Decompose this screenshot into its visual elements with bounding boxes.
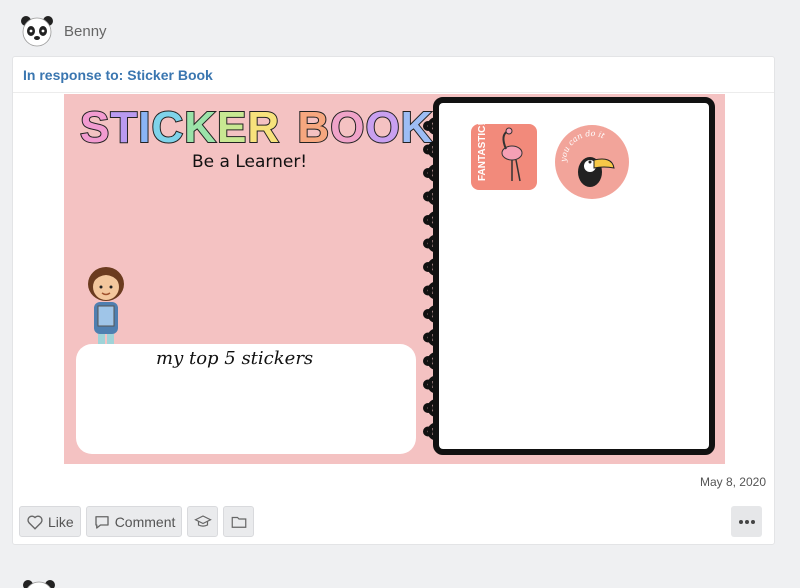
svg-text:FANTASTIC!: FANTASTIC! — [477, 123, 488, 181]
title-letter — [280, 103, 293, 152]
title-letter: R — [246, 102, 281, 153]
title-letter: S — [79, 102, 111, 153]
graduation-cap-button[interactable] — [187, 506, 219, 537]
title-letter: B — [296, 102, 331, 153]
like-button[interactable]: Like — [19, 506, 81, 537]
sticker-book-subtitle: Be a Learner! — [192, 152, 308, 172]
top-stickers-panel: my top 5 stickers — [76, 344, 416, 454]
panda-avatar-icon[interactable] — [22, 578, 56, 588]
title-letter: O — [329, 102, 366, 153]
title-letter: K — [183, 102, 218, 153]
title-letter: C — [150, 102, 185, 153]
title-letter: I — [137, 102, 152, 153]
panda-avatar-icon[interactable] — [20, 14, 54, 48]
toucan-sticker: you can do it — [555, 125, 629, 199]
comment-bubble-icon — [95, 515, 109, 529]
sticker-book-image[interactable]: STICKER BOOK Be a Learner! my top 5 stic… — [64, 94, 725, 464]
graduation-cap-icon — [194, 514, 212, 527]
response-header: In response to: Sticker Book — [13, 57, 774, 93]
top-stickers-label: my top 5 stickers — [156, 348, 314, 369]
folder-icon — [231, 516, 247, 528]
comment-button[interactable]: Comment — [85, 506, 183, 537]
heart-icon — [27, 514, 43, 530]
folder-button[interactable] — [223, 506, 255, 537]
post-date: May 8, 2020 — [699, 475, 766, 489]
post-author: Benny — [20, 14, 107, 48]
response-link[interactable]: In response to: Sticker Book — [23, 67, 213, 83]
like-label: Like — [48, 513, 74, 530]
post-actions: Like Comment — [19, 506, 255, 537]
title-letter: O — [364, 102, 401, 153]
title-letter: E — [216, 102, 248, 153]
post-card: In response to: Sticker Book STICKER BOO… — [12, 56, 775, 545]
more-options-button[interactable] — [731, 506, 762, 537]
fantastic-flamingo-sticker: FANTASTIC! — [471, 123, 537, 190]
sticker-book-title: STICKER BOOK — [79, 102, 433, 154]
title-letter: T — [109, 102, 139, 153]
response-prefix: In response to: — [23, 66, 124, 83]
response-title: Sticker Book — [127, 66, 213, 83]
comment-label: Comment — [114, 513, 176, 530]
author-name[interactable]: Benny — [64, 23, 107, 40]
ellipsis-icon — [738, 519, 755, 524]
